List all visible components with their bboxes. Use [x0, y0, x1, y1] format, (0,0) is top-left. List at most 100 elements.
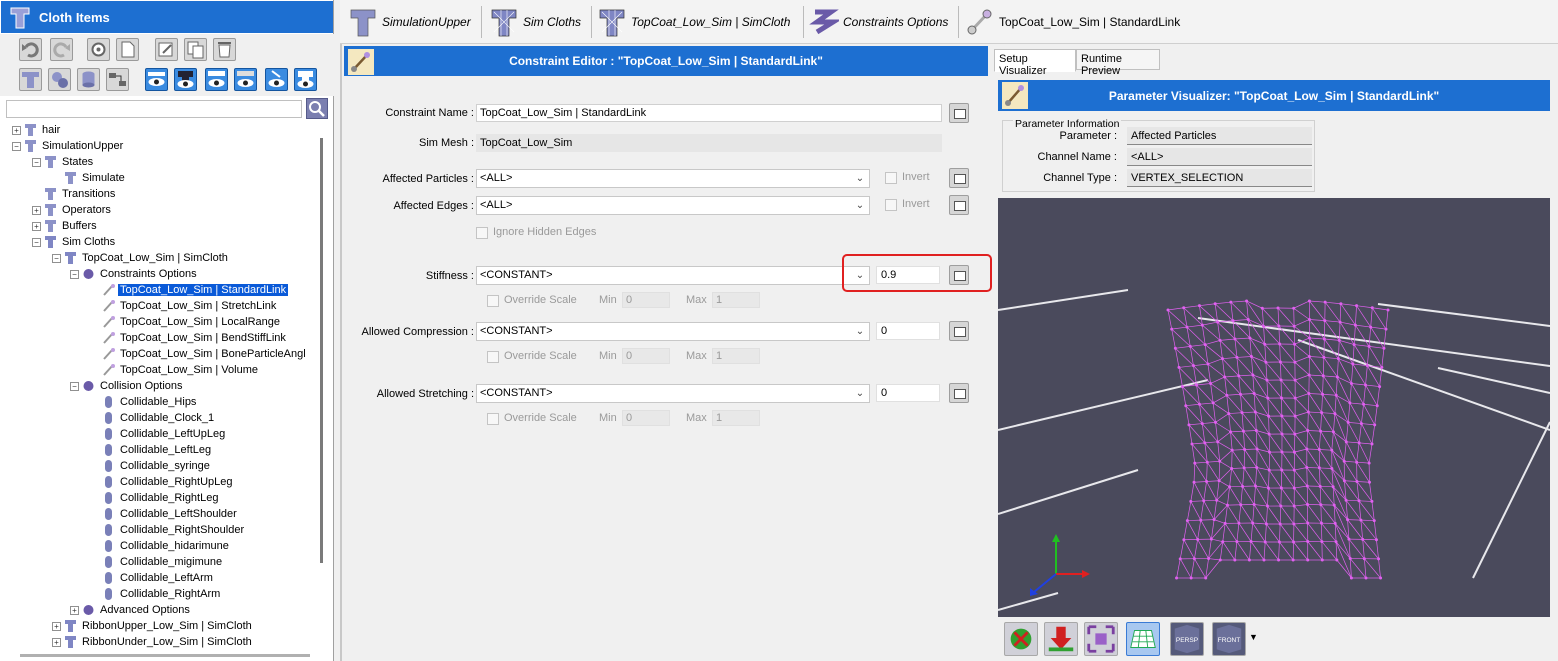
front-view-button[interactable]: FRONT [1212, 622, 1246, 656]
expander-icon[interactable]: + [32, 221, 41, 231]
affected-edges-visualize-button[interactable] [949, 195, 969, 215]
tree-item[interactable]: − States [32, 154, 95, 170]
tree-item[interactable]: TopCoat_Low_Sim | BendStiffLink [90, 330, 288, 346]
expander-icon[interactable]: − [70, 269, 79, 279]
stretching-min-field[interactable]: 0 [622, 410, 670, 426]
tree-item[interactable]: Collidable_LeftLeg [90, 442, 213, 458]
affected-particles-invert-checkbox[interactable] [885, 172, 897, 184]
copy-button[interactable] [184, 38, 207, 61]
drop-button[interactable] [1044, 622, 1078, 656]
tree-search-input[interactable] [6, 100, 302, 118]
buffer-button[interactable] [77, 68, 100, 91]
expander-icon[interactable]: − [70, 381, 79, 391]
expander-icon[interactable]: + [12, 125, 21, 135]
breadcrumb-constraints-options[interactable]: Constraints Options [809, 6, 948, 38]
tree-item[interactable]: TopCoat_Low_Sim | LocalRange [90, 314, 282, 330]
tree-item[interactable]: Collidable_hidarimune [90, 538, 231, 554]
reset-view-button[interactable] [1004, 622, 1038, 656]
cloth-item-button[interactable] [19, 68, 42, 91]
settings-button[interactable] [87, 38, 110, 61]
tab-setup-visualizer[interactable]: Setup Visualizer [994, 49, 1076, 77]
view-cloth-button[interactable] [174, 68, 197, 91]
expander-icon[interactable]: − [52, 253, 61, 263]
ignore-hidden-edges-checkbox[interactable] [476, 227, 488, 239]
expander-icon[interactable]: + [52, 637, 61, 647]
tree-item[interactable]: TopCoat_Low_Sim | StandardLink [90, 282, 290, 298]
affected-particles-visualize-button[interactable] [949, 168, 969, 188]
edit-button[interactable] [155, 38, 178, 61]
allowed-stretching-visualize-button[interactable] [949, 383, 969, 403]
toggle-grid-button[interactable] [1126, 622, 1160, 656]
expander-icon[interactable]: − [32, 237, 41, 247]
expander-icon[interactable]: + [32, 205, 41, 215]
tree-item[interactable]: + Advanced Options [70, 602, 192, 618]
delete-button[interactable] [213, 38, 236, 61]
breadcrumb-sim-cloths[interactable]: Sim Cloths [489, 6, 581, 38]
affected-edges-select[interactable]: <ALL> ⌄ [476, 196, 870, 215]
3d-viewport[interactable] [998, 198, 1550, 617]
breadcrumb-standard-link[interactable]: TopCoat_Low_Sim | StandardLink [965, 6, 1180, 38]
expander-icon[interactable]: − [12, 141, 21, 151]
tree-item[interactable]: Simulate [52, 170, 127, 186]
allowed-stretching-mode-select[interactable]: <CONSTANT> ⌄ [476, 384, 870, 403]
new-document-button[interactable] [116, 38, 139, 61]
view-sim-mesh-button[interactable] [145, 68, 168, 91]
tree-item[interactable]: Collidable_RightUpLeg [90, 474, 235, 490]
tree-item[interactable]: − Constraints Options [70, 266, 199, 282]
tree-item[interactable]: − TopCoat_Low_Sim | SimCloth [52, 250, 230, 266]
redo-button[interactable] [50, 38, 73, 61]
expander-icon[interactable]: + [70, 605, 79, 615]
tree-vertical-scrollbar[interactable] [320, 138, 323, 563]
tree-item[interactable]: − Sim Cloths [32, 234, 117, 250]
tree-item[interactable]: Collidable_migimune [90, 554, 224, 570]
rename-button[interactable] [949, 103, 969, 123]
stiffness-mode-select[interactable]: <CONSTANT> ⌄ [476, 266, 870, 285]
constraint-name-field[interactable]: TopCoat_Low_Sim | StandardLink [476, 104, 942, 122]
view-links-button[interactable] [265, 68, 288, 91]
perspective-view-button[interactable]: PERSP [1170, 622, 1204, 656]
tree-item[interactable]: + RibbonUpper_Low_Sim | SimCloth [52, 618, 254, 634]
frame-selection-button[interactable] [1084, 622, 1118, 656]
visualizer-scrollbar[interactable] [1550, 64, 1558, 661]
operator-button[interactable] [48, 68, 71, 91]
stiffness-min-field[interactable]: 0 [622, 292, 670, 308]
view-buffer-button[interactable] [205, 68, 228, 91]
allowed-compression-value-field[interactable]: 0 [876, 322, 940, 340]
tree-item[interactable]: − SimulationUpper [12, 138, 125, 154]
tree-item[interactable]: Collidable_RightLeg [90, 490, 220, 506]
stretching-override-scale-checkbox[interactable] [487, 413, 499, 425]
tree-item[interactable]: Collidable_Clock_1 [90, 410, 216, 426]
view-cloth-alt-button[interactable] [294, 68, 317, 91]
breadcrumb-topcoat-simcloth[interactable]: TopCoat_Low_Sim | SimCloth [597, 6, 790, 38]
tree-item[interactable]: Collidable_LeftShoulder [90, 506, 239, 522]
tree-item[interactable]: − Collision Options [70, 378, 185, 394]
tab-runtime-preview[interactable]: Runtime Preview [1076, 49, 1160, 77]
tree-item[interactable]: TopCoat_Low_Sim | BoneParticleAngl [90, 346, 308, 362]
view-dropdown-arrow-icon[interactable]: ▼ [1249, 632, 1258, 642]
stretching-max-field[interactable]: 1 [712, 410, 760, 426]
breadcrumb-simulation-upper[interactable]: SimulationUpper [348, 6, 471, 38]
tree-item[interactable]: + Buffers [32, 218, 99, 234]
compression-override-scale-checkbox[interactable] [487, 351, 499, 363]
tree-item[interactable]: Transitions [32, 186, 117, 202]
undo-button[interactable] [19, 38, 42, 61]
search-button[interactable] [306, 98, 328, 119]
transition-button[interactable] [106, 68, 129, 91]
tree-horizontal-scrollbar[interactable] [20, 654, 310, 657]
tree-item[interactable]: TopCoat_Low_Sim | Volume [90, 362, 260, 378]
allowed-compression-visualize-button[interactable] [949, 321, 969, 341]
tree-item[interactable]: Collidable_Hips [90, 394, 198, 410]
tree-item[interactable]: + Operators [32, 202, 113, 218]
stiffness-override-scale-checkbox[interactable] [487, 295, 499, 307]
expander-icon[interactable]: − [32, 157, 41, 167]
allowed-stretching-value-field[interactable]: 0 [876, 384, 940, 402]
affected-particles-select[interactable]: <ALL> ⌄ [476, 169, 870, 188]
tree-item[interactable]: Collidable_RightArm [90, 586, 222, 602]
affected-edges-invert-checkbox[interactable] [885, 199, 897, 211]
view-collidable-button[interactable] [234, 68, 257, 91]
compression-min-field[interactable]: 0 [622, 348, 670, 364]
expander-icon[interactable]: + [52, 621, 61, 631]
tree-item[interactable]: Collidable_LeftArm [90, 570, 215, 586]
tree-item[interactable]: + RibbonUnder_Low_Sim | SimCloth [52, 634, 254, 650]
tree-item[interactable]: TopCoat_Low_Sim | StretchLink [90, 298, 278, 314]
